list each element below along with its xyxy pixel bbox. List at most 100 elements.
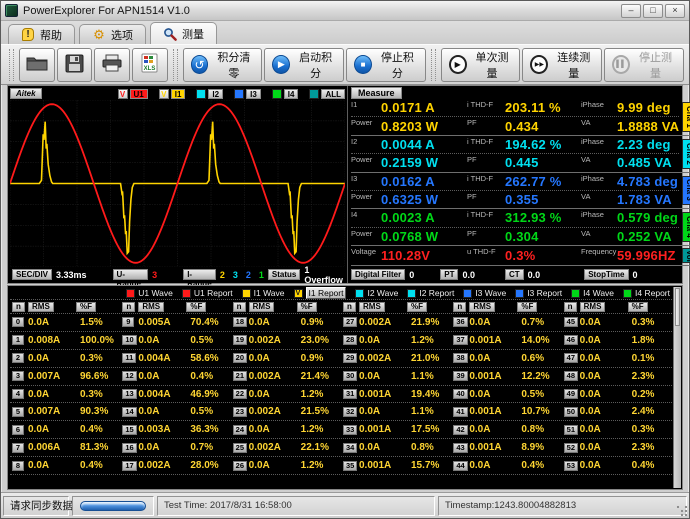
column-header-f: %F [517, 302, 537, 312]
harmonic-number: 48 [564, 371, 578, 381]
channel-tab-2[interactable]: Cha 2 [682, 139, 690, 169]
integral-stop-button[interactable]: ■停止积分 [346, 48, 426, 82]
report-legend-i1-report[interactable]: VI1 Report [294, 287, 347, 299]
report-legend-u1-report[interactable]: U1 Report [182, 288, 233, 298]
tab-help[interactable]: !帮助 [8, 24, 75, 44]
rms-value: 0.0A [469, 424, 521, 435]
maximize-button[interactable]: □ [643, 4, 663, 18]
integral-reset-button[interactable]: ↺积分清零 [183, 48, 263, 82]
column-header-n: n [122, 302, 135, 312]
color-swatch[interactable] [463, 289, 472, 298]
scrollbar-thumb[interactable] [675, 288, 680, 326]
harmonic-cell-n34: 340.0A0.8% [341, 442, 451, 453]
save-button[interactable] [57, 48, 93, 82]
resize-grip[interactable] [675, 504, 687, 516]
percent-f-value: 21.5% [301, 406, 341, 417]
status-value: 1 Overflow [304, 265, 343, 285]
scope-legend-i2[interactable]: I2 [196, 89, 223, 99]
print-icon [101, 54, 123, 75]
scope-legend-i3[interactable]: I3 [234, 89, 261, 99]
toolbar-separator [173, 49, 178, 81]
scope-legend-i1[interactable]: VI1 [159, 89, 186, 99]
harmonic-cell-n23: 230.002A21.5% [231, 406, 341, 417]
legend-label: I1 [171, 89, 186, 99]
report-legend-i2-wave[interactable]: I2 Wave [355, 288, 398, 298]
color-swatch[interactable] [407, 289, 416, 298]
percent-f-value: 21.0% [411, 353, 451, 364]
rms-value: 0.0A [28, 389, 80, 400]
color-swatch[interactable] [126, 289, 135, 298]
harmonic-number: 5 [12, 407, 24, 417]
pf-value: 0.355 [505, 192, 581, 207]
voltage-tab[interactable]: Vol [682, 248, 690, 263]
checkbox-checked-icon[interactable]: V [294, 289, 303, 298]
harmonic-cell-n35: 350.001A15.7% [341, 460, 451, 471]
va-label: VA [581, 191, 617, 201]
color-swatch [272, 89, 282, 99]
pf-label: PF [467, 228, 505, 238]
pf-label: PF [467, 191, 505, 201]
table-row: 70.006A81.3%160.0A0.7%250.002A22.1%340.0… [10, 438, 672, 456]
channel-tab-4[interactable]: Cha 4 [682, 212, 690, 242]
report-legend-i3-report[interactable]: I3 Report [515, 288, 562, 298]
rms-value: 0.0A [580, 353, 632, 364]
measure-tab[interactable]: Measure [351, 87, 402, 99]
pf-value: 0.434 [505, 119, 581, 134]
checkbox-checked-icon[interactable]: V [118, 89, 128, 99]
report-legend-i1-wave[interactable]: I1 Wave [242, 288, 285, 298]
integral-reset-label: 积分清零 [213, 49, 254, 81]
close-button[interactable]: × [665, 4, 685, 18]
tab-label: 选项 [111, 27, 133, 43]
single-measure-button[interactable]: ▶单次测量 [441, 48, 521, 82]
report-legend-i4-report[interactable]: I4 Report [623, 288, 670, 298]
irange-values: 2321 [220, 270, 264, 280]
tab-options[interactable]: ⚙选项 [79, 24, 146, 44]
legend-label: I2 [208, 89, 223, 99]
color-swatch[interactable] [182, 289, 191, 298]
report-legend-i2-report[interactable]: I2 Report [407, 288, 454, 298]
harmonic-number: 47 [564, 353, 578, 363]
report-legend-label: I4 Report [635, 288, 670, 298]
scope-legend-i4[interactable]: I4 [272, 89, 299, 99]
color-swatch[interactable] [571, 289, 580, 298]
color-swatch[interactable] [242, 289, 251, 298]
report-legend-u1-wave[interactable]: U1 Wave [126, 288, 173, 298]
harmonic-cell-n47: 470.0A0.1% [562, 353, 672, 364]
percent-f-value: 1.8% [632, 335, 672, 346]
minimize-button[interactable]: – [621, 4, 641, 18]
scope-legend-all[interactable]: ALL [309, 89, 345, 99]
harmonic-number: 14 [122, 407, 136, 417]
integral-start-button[interactable]: ▶启动积分 [264, 48, 344, 82]
color-swatch[interactable] [355, 289, 364, 298]
channel-tab-1[interactable]: Cha 1 [682, 102, 690, 132]
scope-legend-u1[interactable]: VU1 [118, 89, 148, 99]
continuous-measure-button[interactable]: ▶▶连续测量 [522, 48, 602, 82]
stoptime-value: 0 [633, 270, 638, 280]
harmonic-number: 23 [233, 407, 247, 417]
harmonic-cell-n11: 110.004A58.6% [120, 353, 230, 364]
open-button[interactable] [19, 48, 55, 82]
legend-label: ALL [321, 89, 345, 99]
report-legend-label: I2 Report [419, 288, 454, 298]
harmonic-number: 44 [453, 461, 467, 471]
va-label: VA [581, 117, 617, 127]
harmonics-scrollbar[interactable] [673, 287, 681, 488]
report-legend-i3-wave[interactable]: I3 Wave [463, 288, 506, 298]
rms-value: 0.0A [580, 371, 632, 382]
report-legend-label: I3 Wave [475, 288, 506, 298]
export-xls-button[interactable]: XLS [132, 48, 168, 82]
harmonic-number: 9 [122, 317, 134, 327]
tab-measure[interactable]: 测量 [150, 22, 217, 44]
percent-f-value: 1.5% [80, 317, 120, 328]
single-measure-label: 单次测量 [472, 49, 513, 81]
channel-tab-3[interactable]: Cha 3 [682, 176, 690, 206]
report-legend-i4-wave[interactable]: I4 Wave [571, 288, 614, 298]
print-button[interactable] [94, 48, 130, 82]
color-swatch[interactable] [515, 289, 524, 298]
channel-current-line: I30.0162 Ai THD-F262.77 %iPhase4.783 deg [351, 173, 679, 190]
color-swatch[interactable] [623, 289, 632, 298]
checkbox-checked-icon[interactable]: V [159, 89, 169, 99]
thd-value: 262.77 % [505, 174, 581, 189]
rms-value: 0.0A [580, 406, 632, 417]
percent-f-value: 12.2% [521, 371, 561, 382]
